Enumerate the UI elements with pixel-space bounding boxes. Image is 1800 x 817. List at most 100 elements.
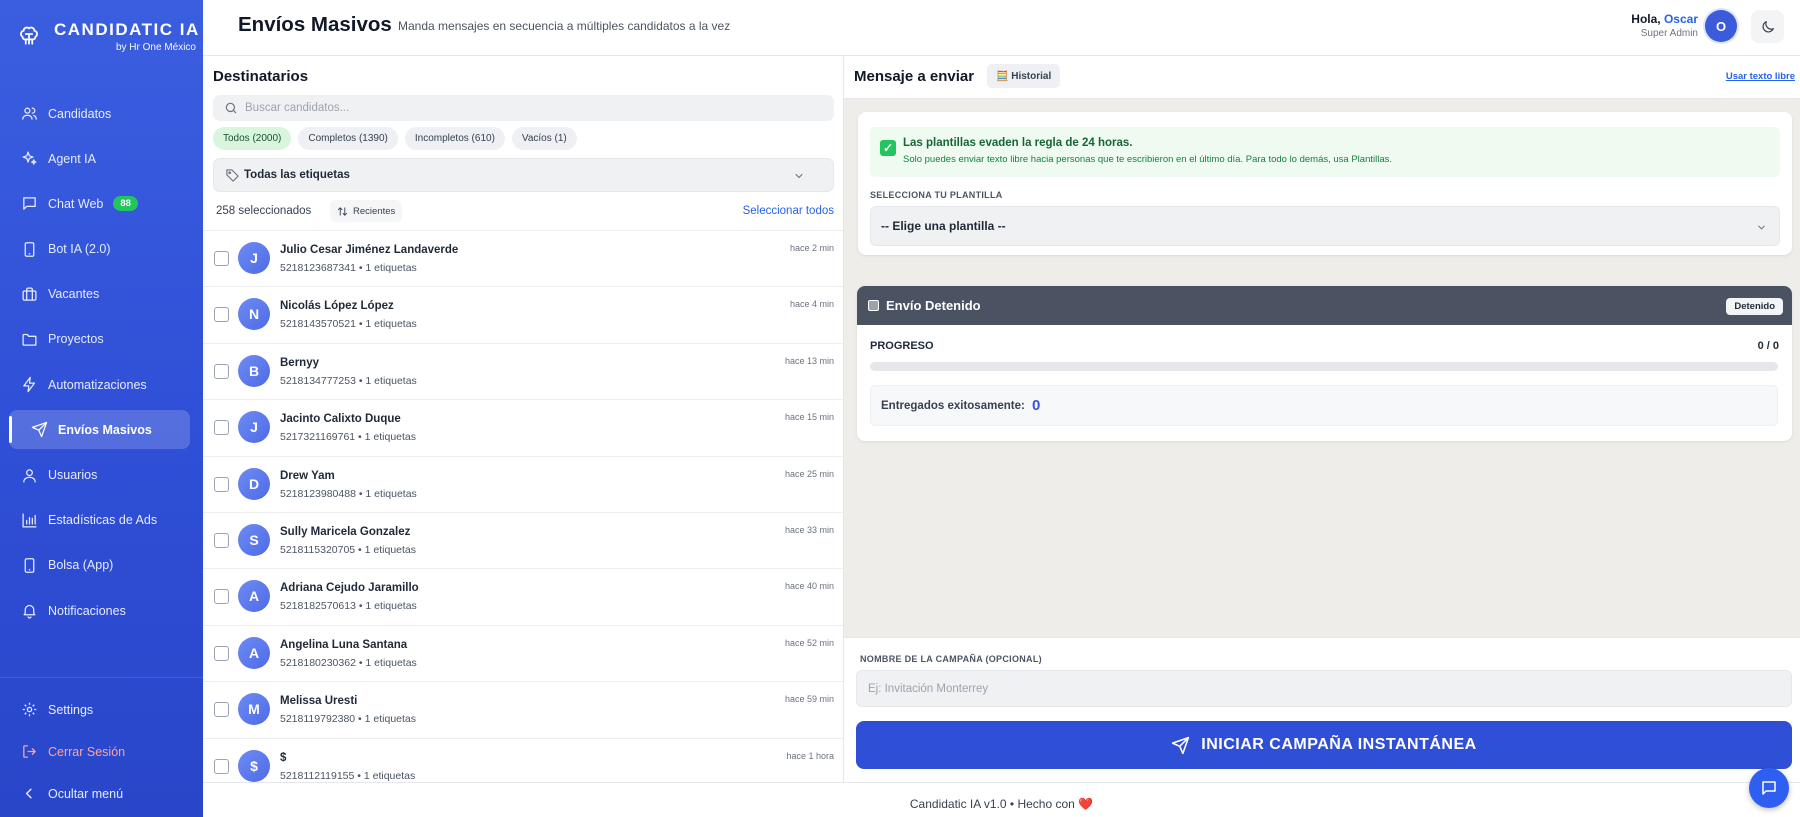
progress-label: PROGRESO (870, 340, 934, 352)
logout-label: Cerrar Sesión (48, 744, 126, 759)
avatar: N (238, 298, 270, 331)
theme-toggle-button[interactable] (1751, 10, 1784, 43)
avatar: J (238, 242, 270, 274)
notice-text: Solo puedes enviar texto libre hacia per… (903, 154, 1393, 165)
history-button[interactable]: 🧮 Historial (987, 64, 1061, 88)
list-item[interactable]: B Bernyy 5218134777253 • 1 etiquetas hace 1… (203, 342, 843, 399)
sidebar-item-notificaciones[interactable]: Notificaciones (9, 591, 190, 630)
folder-icon (22, 333, 37, 346)
sidebar-item-candidatos[interactable]: Candidatos (9, 94, 190, 133)
list-item[interactable]: N Nicolás López López 5218143570521 • 1 et… (203, 286, 843, 342)
list-item[interactable]: A Angelina Luna Santana 5218180230362 • 1 … (203, 624, 843, 681)
free-text-link[interactable]: Usar texto libre (1726, 71, 1795, 82)
check-icon: ✓ (880, 140, 896, 156)
select-all-link[interactable]: Seleccionar todos (743, 205, 834, 217)
selected-count: 258 seleccionados (216, 205, 312, 217)
list-item[interactable]: J Jacinto Calixto Duque 5217321169761 • 1 … (203, 399, 843, 455)
sidebar-item-label: Automatizaciones (48, 377, 147, 392)
logout-icon (23, 745, 36, 758)
template-label: SELECCIONA TU PLANTILLA (870, 190, 1003, 200)
sidebar-item-label: Settings (48, 702, 94, 717)
sidebar-item-agent-ia[interactable]: Agent IA (9, 139, 190, 178)
logout-button[interactable]: Cerrar Sesión (9, 732, 190, 771)
list-item[interactable]: A Adriana Cejudo Jaramillo 5218182570613 •… (203, 568, 843, 624)
campaign-section: NOMBRE DE LA CAMPAÑA (OPCIONAL) INICIAR … (844, 637, 1800, 782)
smartphone-icon (24, 558, 35, 573)
user-avatar[interactable]: O (1705, 10, 1737, 42)
candidate-name: Julio Cesar Jiménez Landaverde (280, 244, 459, 256)
sidebar-item-chat-web[interactable]: Chat Web 88 (9, 184, 190, 223)
stop-icon (868, 300, 879, 311)
sort-label: Recientes (353, 205, 396, 217)
hide-menu-button[interactable]: Ocultar menú (9, 774, 190, 813)
sidebar-nav: Candidatos Agent IA Chat Web 88 Bot IA (… (9, 94, 190, 636)
sidebar-item-estadisticas-ads[interactable]: Estadísticas de Ads (9, 501, 190, 540)
sidebar-item-vacantes[interactable]: Vacantes (9, 275, 190, 314)
sort-button[interactable]: Recientes (330, 200, 403, 222)
filter-chip-completos[interactable]: Completos (1390) (298, 127, 398, 150)
candidate-time: hace 33 min (784, 524, 834, 535)
candidate-meta: 5218182570613 • 1 etiquetas (280, 600, 417, 613)
avatar: M (238, 693, 270, 726)
selection-row: 258 seleccionados Recientes Seleccionar … (216, 200, 834, 222)
candidate-name: Jacinto Calixto Duque (280, 413, 401, 426)
bolt-icon (23, 376, 36, 393)
chat-support-button[interactable] (1749, 768, 1789, 808)
row-checkbox[interactable] (214, 420, 229, 436)
filter-chip-incompletos[interactable]: Incompletos (610) (404, 127, 505, 150)
start-campaign-label: INICIAR CAMPAÑA INSTANTÁNEA (1201, 736, 1477, 753)
candidate-time: hace 2 min (789, 243, 834, 253)
search-input[interactable] (245, 95, 825, 121)
sidebar-item-label: Estadísticas de Ads (48, 513, 158, 528)
candidate-time: hace 1 hora (786, 750, 834, 761)
footer-text: Candidatic IA v1.0 • Hecho con ❤️ (909, 797, 1094, 811)
sidebar-item-usuarios[interactable]: Usuarios (9, 456, 190, 495)
status-bar: Envío Detenido Detenido (857, 286, 1792, 325)
list-item[interactable]: S Sully Maricela Gonzalez 5218115320705 • … (203, 511, 843, 568)
status-badge: Detenido (1726, 298, 1783, 315)
row-checkbox[interactable] (214, 702, 229, 718)
row-checkbox[interactable] (214, 532, 229, 548)
candidate-meta: 5217321169761 • 1 etiquetas (280, 431, 417, 444)
list-item[interactable]: M Melissa Uresti 5218119792380 • 1 etiquet… (203, 681, 843, 737)
avatar: B (238, 354, 270, 387)
candidate-name: Adriana Cejudo Jaramillo (280, 582, 419, 595)
sidebar: CANDIDATIC IA by Hr One México Candidato… (0, 0, 203, 817)
greeting-prefix: Hola, (1631, 12, 1661, 26)
row-checkbox[interactable] (214, 589, 229, 605)
row-checkbox[interactable] (214, 645, 229, 661)
sparkles-icon (22, 151, 37, 165)
list-item[interactable]: $ $5218112119155 • 1 etiquetas hace 1 hora (203, 737, 843, 782)
delivered-box: Entregados exitosamente: 0 (870, 385, 1778, 426)
start-campaign-button[interactable]: INICIAR CAMPAÑA INSTANTÁNEA (856, 721, 1792, 769)
campaign-name-input[interactable] (856, 670, 1792, 707)
list-item[interactable]: D Drew Yam 5218123980488 • 1 etiquetas hace… (203, 455, 843, 512)
template-select[interactable]: -- Elige una plantilla -- (870, 206, 1780, 246)
row-checkbox[interactable] (214, 363, 229, 379)
list-item[interactable]: J Julio Cesar Jiménez Landaverde 521812368… (203, 230, 843, 286)
candidate-meta: 5218123980488 • 1 etiquetas (280, 487, 417, 500)
sidebar-item-label: Chat Web (48, 196, 104, 211)
sidebar-item-settings[interactable]: Settings (9, 690, 190, 729)
filter-chips: Todos (2000) Completos (1390) Incompleto… (213, 127, 584, 150)
sidebar-item-proyectos[interactable]: Proyectos (9, 320, 190, 359)
message-title: Mensaje a enviar (854, 68, 975, 85)
sidebar-item-automatizaciones[interactable]: Automatizaciones (9, 365, 190, 404)
row-checkbox[interactable] (214, 251, 229, 266)
sidebar-item-bot-ia[interactable]: Bot IA (2.0) (9, 230, 190, 269)
users-icon (22, 107, 37, 120)
campaign-name-label: NOMBRE DE LA CAMPAÑA (OPCIONAL) (860, 654, 1042, 664)
sidebar-item-envios-masivos[interactable]: Envíos Masivos (9, 410, 190, 450)
row-checkbox[interactable] (214, 307, 229, 323)
sidebar-item-bolsa-app[interactable]: Bolsa (App) (9, 546, 190, 585)
filter-chip-todos[interactable]: Todos (2000) (213, 127, 292, 150)
briefcase-icon (22, 287, 37, 301)
row-checkbox[interactable] (214, 758, 229, 774)
footer: Candidatic IA v1.0 • Hecho con ❤️ (203, 782, 1800, 817)
row-checkbox[interactable] (214, 476, 229, 492)
user-role: Super Admin (1640, 28, 1698, 39)
template-notice: ✓ Las plantillas evaden la regla de 24 h… (870, 127, 1780, 177)
filter-chip-vacios[interactable]: Vacíos (1) (511, 127, 577, 150)
tags-dropdown[interactable]: Todas las etiquetas (213, 158, 834, 192)
hide-menu-label: Ocultar menú (48, 786, 124, 801)
